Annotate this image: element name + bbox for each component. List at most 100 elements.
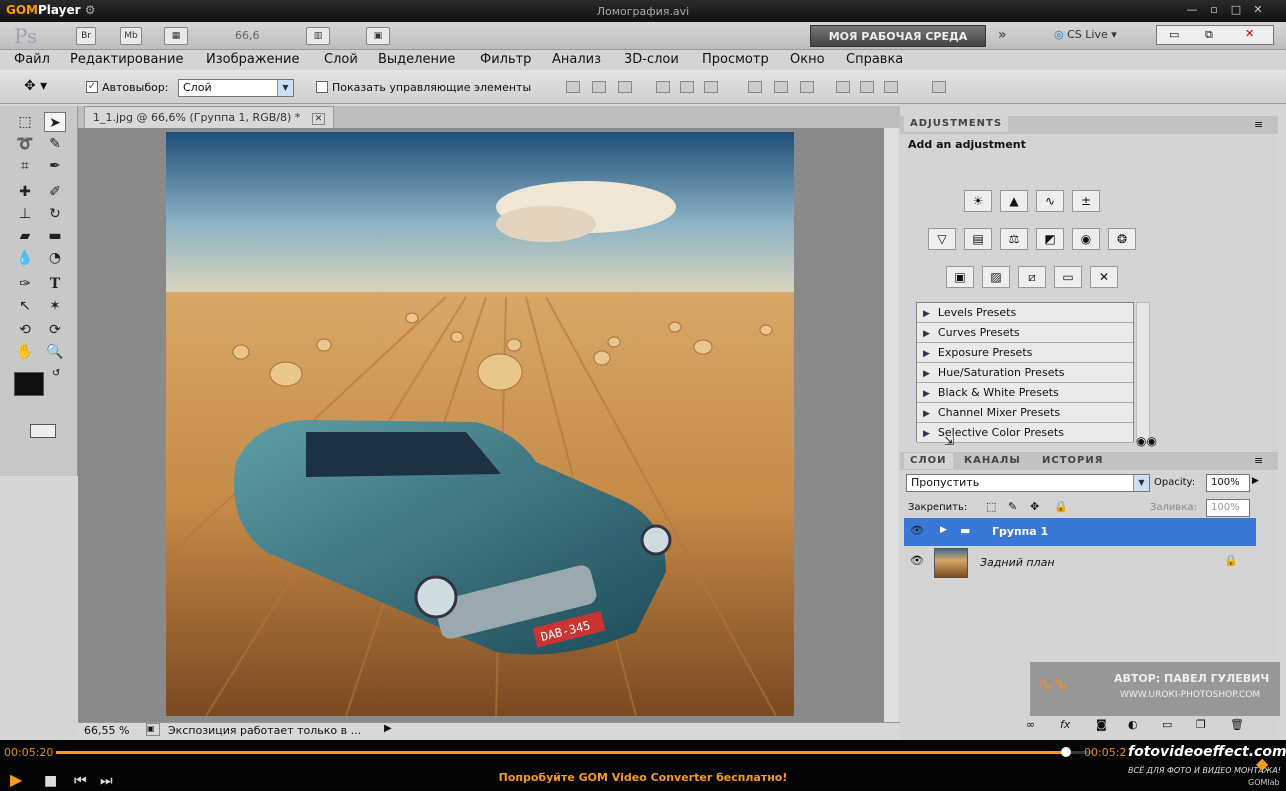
opacity-input[interactable]: 100% — [1206, 474, 1250, 492]
document-tab[interactable]: 1_1.jpg @ 66,6% (Группа 1, RGB/8) * ✕ — [84, 106, 335, 128]
photo-filter-icon[interactable]: ◉ — [1072, 228, 1100, 250]
brightness-contrast-icon[interactable]: ☀ — [964, 190, 992, 212]
list-item[interactable]: ▶ Channel Mixer Presets — [917, 403, 1133, 423]
distribute-right-icon[interactable] — [884, 81, 898, 93]
tab-layers[interactable]: СЛОИ — [904, 453, 953, 469]
brush-tool-icon[interactable]: ✐ — [44, 182, 66, 202]
clone-stamp-tool-icon[interactable]: ⊥ — [14, 204, 36, 224]
align-left-icon[interactable] — [656, 81, 670, 93]
swap-colors-icon[interactable]: ↺ — [52, 368, 60, 379]
blur-tool-icon[interactable]: 💧 — [14, 248, 36, 268]
menu-view[interactable]: Просмотр — [702, 52, 769, 67]
visibility-eye-icon[interactable]: 👁 — [910, 554, 924, 567]
menu-select[interactable]: Выделение — [378, 52, 455, 67]
link-layers-icon[interactable]: ∞ — [1026, 718, 1035, 731]
selective-color-icon[interactable]: ✕ — [1090, 266, 1118, 288]
menu-edit[interactable]: Редактирование — [70, 52, 183, 67]
bridge-button[interactable]: Br — [76, 27, 96, 45]
list-item[interactable]: ▶ Exposure Presets — [917, 343, 1133, 363]
distribute-left-icon[interactable] — [836, 81, 850, 93]
seek-handle[interactable] — [1061, 747, 1072, 757]
menu-filter[interactable]: Фильтр — [480, 52, 531, 67]
pen-tool-icon[interactable]: ✑ — [14, 274, 36, 294]
foreground-color-swatch[interactable] — [14, 372, 44, 396]
3d-rotate-tool-icon[interactable]: ⟲ — [14, 320, 36, 340]
tab-channels[interactable]: КАНАЛЫ — [958, 453, 1027, 469]
view-extras-icon[interactable]: ▦ — [164, 27, 188, 45]
align-right-icon[interactable] — [704, 81, 718, 93]
3d-orbit-tool-icon[interactable]: ⟳ — [44, 320, 66, 340]
list-item[interactable]: ▶ Hue/Saturation Presets — [917, 363, 1133, 383]
blend-mode-select[interactable]: Пропустить ▼ — [906, 474, 1150, 492]
list-item[interactable]: ▶ Curves Presets — [917, 323, 1133, 343]
levels-icon[interactable]: ▲ — [1000, 190, 1028, 212]
crop-tool-icon[interactable]: ⌗ — [14, 156, 36, 176]
close-icon[interactable]: ✕ — [1252, 4, 1264, 16]
list-item[interactable]: ▶ Levels Presets — [917, 303, 1133, 323]
gradient-map-icon[interactable]: ▭ — [1054, 266, 1082, 288]
distribute-vcenter-icon[interactable] — [774, 81, 788, 93]
zoom-level[interactable]: 66,6 — [235, 29, 260, 42]
hue-saturation-icon[interactable]: ▤ — [964, 228, 992, 250]
canvas-area[interactable]: DAB-345 ▲ — [78, 128, 898, 734]
autoselect-target-select[interactable]: Слой ▼ — [178, 79, 294, 97]
menu-help[interactable]: Справка — [846, 52, 903, 67]
opacity-arrow-icon[interactable]: ▶ — [1252, 476, 1259, 486]
gradient-tool-icon[interactable]: ▬ — [44, 226, 66, 246]
layer-row-background[interactable]: 👁 Задний план 🔒 — [904, 546, 1256, 580]
gom-menu-icon[interactable]: ◆ — [1256, 754, 1268, 773]
marquee-tool-icon[interactable]: ⬚ — [14, 112, 36, 132]
menu-window[interactable]: Окно — [790, 52, 825, 67]
visibility-eye-icon[interactable]: 👁 — [910, 524, 924, 537]
lock-position-icon[interactable]: ✥ — [1030, 500, 1039, 513]
cs-live-button[interactable]: ◎ CS Live ▾ — [1054, 28, 1117, 41]
promo-link[interactable]: Попробуйте GOM Video Converter бесплатно… — [0, 771, 1286, 784]
curves-icon[interactable]: ∿ — [1036, 190, 1064, 212]
healing-brush-tool-icon[interactable]: ✚ — [14, 182, 36, 202]
align-vcenter-icon[interactable] — [592, 81, 606, 93]
lasso-tool-icon[interactable]: ➰ — [14, 134, 36, 154]
threshold-icon[interactable]: ⧄ — [1018, 266, 1046, 288]
maximize-icon[interactable]: □ — [1230, 4, 1242, 16]
move-tool-preset-icon[interactable]: ✥ ▾ — [24, 78, 47, 94]
clip-layer-icon[interactable]: ◉◉ — [1136, 434, 1157, 448]
lock-pixels-icon[interactable]: ✎ — [1008, 500, 1017, 513]
distribute-hcenter-icon[interactable] — [860, 81, 874, 93]
tab-history[interactable]: ИСТОРИЯ — [1036, 453, 1109, 469]
canvas-vertical-scrollbar[interactable] — [884, 128, 898, 722]
new-group-icon[interactable]: ▭ — [1162, 718, 1172, 731]
minimize-icon[interactable]: — — [1186, 4, 1198, 16]
autoselect-checkbox[interactable]: ✓ — [86, 81, 98, 93]
shape-tool-icon[interactable]: ✶ — [44, 296, 66, 316]
fill-input[interactable]: 100% — [1206, 499, 1250, 517]
invert-icon[interactable]: ▣ — [946, 266, 974, 288]
ps-restore-icon[interactable]: ⧉ — [1205, 28, 1213, 42]
lock-transparency-icon[interactable]: ⬚ — [986, 500, 996, 513]
panel-menu-icon[interactable]: ≡ — [1254, 118, 1263, 131]
align-hcenter-icon[interactable] — [680, 81, 694, 93]
type-tool-icon[interactable]: T — [44, 274, 66, 294]
restore-icon[interactable]: ▫ — [1208, 4, 1220, 16]
menu-image[interactable]: Изображение — [206, 52, 299, 67]
arrange-docs-icon[interactable]: ▥ — [306, 27, 330, 45]
posterize-icon[interactable]: ▨ — [982, 266, 1010, 288]
menu-3d[interactable]: 3D-слои — [624, 52, 679, 67]
eraser-tool-icon[interactable]: ▰ — [14, 226, 36, 246]
zoom-status-field[interactable]: 66,55 % — [84, 724, 129, 737]
zoom-tool-icon[interactable]: 🔍 — [44, 342, 66, 362]
quick-select-tool-icon[interactable]: ✎ — [44, 134, 66, 154]
ps-minimize-icon[interactable]: ▭ — [1169, 28, 1179, 41]
new-adjustment-icon[interactable]: ◐ — [1128, 718, 1138, 731]
vibrance-icon[interactable]: ▽ — [928, 228, 956, 250]
return-to-list-icon[interactable]: ⇲ — [944, 434, 954, 448]
exposure-icon[interactable]: ± — [1072, 190, 1100, 212]
menu-analysis[interactable]: Анализ — [552, 52, 601, 67]
workspace-more-icon[interactable]: » — [998, 27, 1007, 43]
adjustments-tab[interactable]: ADJUSTMENTS — [904, 116, 1009, 132]
auto-align-icon[interactable] — [932, 81, 946, 93]
new-layer-icon[interactable]: ❐ — [1196, 718, 1206, 731]
color-balance-icon[interactable]: ⚖ — [1000, 228, 1028, 250]
list-item[interactable]: ▶ Black & White Presets — [917, 383, 1133, 403]
workspace-button[interactable]: МОЯ РАБОЧАЯ СРЕДА — [810, 25, 986, 47]
ps-close-icon[interactable]: ✕ — [1245, 27, 1254, 40]
